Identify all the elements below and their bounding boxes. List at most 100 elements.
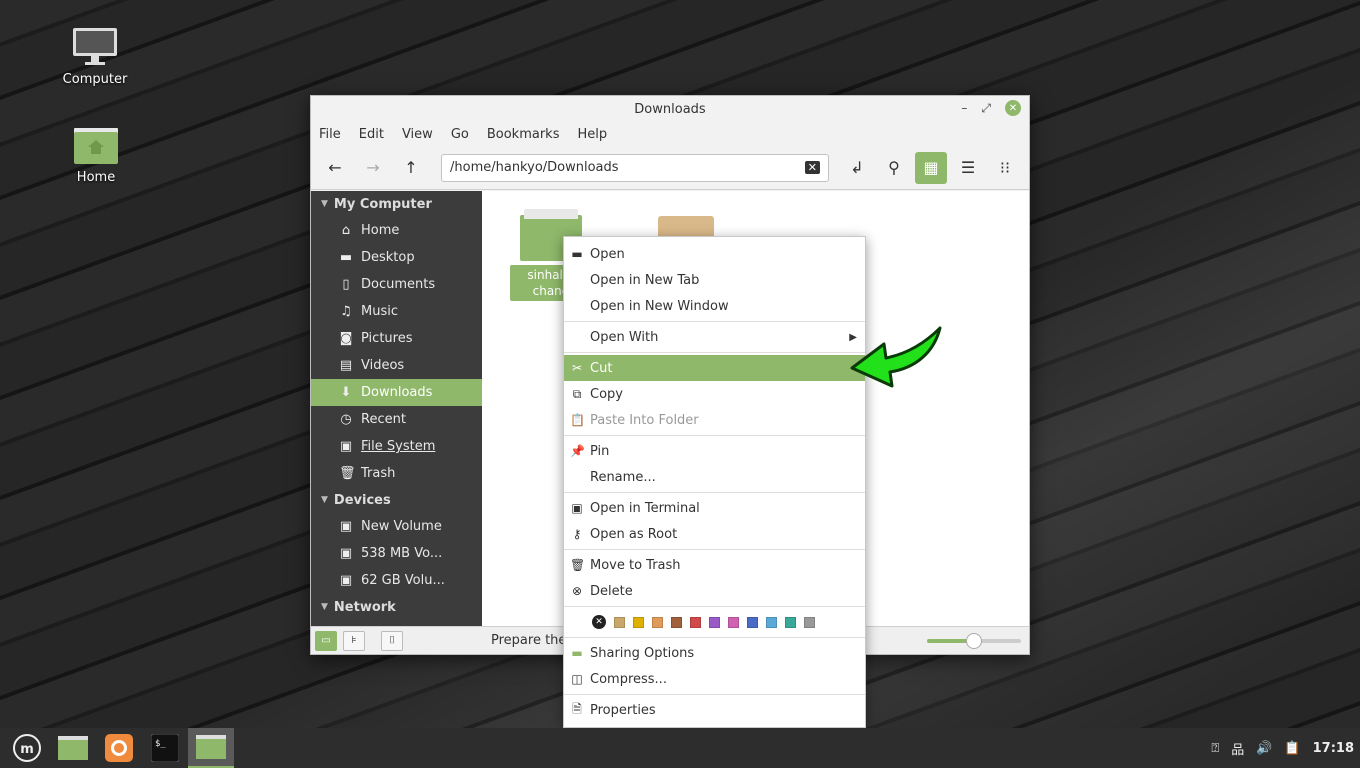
- color-swatch-5[interactable]: [709, 616, 720, 628]
- menu-item-label: Open in New Window: [590, 298, 729, 314]
- hide-sidebar-icon[interactable]: ⌷: [381, 630, 403, 651]
- expand-triangle-icon: ▼: [321, 199, 328, 209]
- sidebar-item-trash[interactable]: 🗑 Trash: [311, 460, 482, 487]
- compact-view-icon[interactable]: ⁝⁝: [989, 152, 1021, 184]
- color-swatch-4[interactable]: [690, 616, 701, 628]
- menu-item-open-with[interactable]: Open With ▶: [564, 324, 865, 350]
- sidebar-item-desktop[interactable]: ▬ Desktop: [311, 244, 482, 271]
- menu-item-copy[interactable]: ⧉ Copy: [564, 381, 865, 407]
- menu-item-open-in-terminal[interactable]: ▣ Open in Terminal: [564, 495, 865, 521]
- search-icon[interactable]: ⚲: [878, 152, 910, 184]
- menu-help[interactable]: Help: [577, 127, 607, 142]
- sidebar-item-videos[interactable]: ▤ Videos: [311, 352, 482, 379]
- menubar: File Edit View Go Bookmarks Help: [311, 122, 1029, 146]
- firefox-icon[interactable]: [96, 728, 142, 768]
- update-icon[interactable]: ⍰: [1211, 741, 1219, 756]
- menu-item-pin[interactable]: 📌 Pin: [564, 438, 865, 464]
- sidebar-item-documents[interactable]: ▯ Documents: [311, 271, 482, 298]
- list-view-icon[interactable]: ☰: [952, 152, 984, 184]
- terminal-icon[interactable]: $_: [142, 728, 188, 768]
- menu-item-open-as-root[interactable]: ⚷ Open as Root: [564, 521, 865, 547]
- menu-item-label: Compress...: [590, 671, 667, 687]
- color-swatch-0[interactable]: [614, 616, 625, 628]
- menu-view[interactable]: View: [402, 127, 433, 142]
- menu-item-open-new-tab[interactable]: Open in New Tab: [564, 267, 865, 293]
- sidebar-item-new-volume[interactable]: ▣ New Volume: [311, 513, 482, 540]
- menu-item-properties[interactable]: 🗎 Properties: [564, 697, 865, 723]
- icon-view-icon[interactable]: ▦: [915, 151, 947, 184]
- color-swatch-6[interactable]: [728, 616, 739, 628]
- color-swatch-8[interactable]: [766, 616, 777, 628]
- menu-go[interactable]: Go: [451, 127, 469, 142]
- camera-icon: ◙: [339, 331, 353, 346]
- drive-icon: ▣: [339, 546, 353, 561]
- toggle-location-icon[interactable]: ↲: [841, 152, 873, 184]
- volume-icon[interactable]: 🔊: [1256, 741, 1272, 756]
- color-swatch-1[interactable]: [633, 616, 644, 628]
- folder-open-icon: ▬: [571, 247, 583, 261]
- clock[interactable]: 17:18: [1313, 741, 1354, 756]
- color-swatch-3[interactable]: [671, 616, 682, 628]
- sidebar-section-network[interactable]: ▼ Network: [311, 594, 482, 620]
- zoom-slider-knob[interactable]: [966, 633, 982, 649]
- location-bar[interactable]: /home/hankyo/Downloads ✕: [441, 153, 829, 182]
- toolbar: ← → ↑ /home/hankyo/Downloads ✕ ↲ ⚲ ▦ ☰ ⁝…: [311, 146, 1029, 190]
- show-treeview-icon[interactable]: ⊧: [343, 630, 365, 651]
- desktop-icon-computer[interactable]: Computer: [50, 26, 140, 87]
- color-swatch-7[interactable]: [747, 616, 758, 628]
- menu-item-open-new-window[interactable]: Open in New Window: [564, 293, 865, 319]
- desktop-icon-label: Home: [76, 170, 116, 185]
- menu-item-sharing-options[interactable]: ▬ Sharing Options: [564, 640, 865, 666]
- titlebar[interactable]: Downloads – ⤢ ✕: [311, 96, 1029, 122]
- color-swatch-10[interactable]: [804, 616, 815, 628]
- up-icon[interactable]: ↑: [395, 152, 427, 184]
- music-icon: ♫: [340, 304, 352, 319]
- menu-edit[interactable]: Edit: [359, 127, 384, 142]
- minimize-icon[interactable]: –: [961, 101, 967, 115]
- files-icon[interactable]: [50, 728, 96, 768]
- key-icon: ⚷: [572, 527, 582, 541]
- clock-icon: ◷: [340, 412, 352, 427]
- color-swatch-2[interactable]: [652, 616, 663, 628]
- desktop-icon-home[interactable]: Home: [51, 126, 141, 185]
- sidebar-item-62gb-volume[interactable]: ▣ 62 GB Volu...: [311, 567, 482, 594]
- sidebar-section-my-computer[interactable]: ▼ My Computer: [311, 191, 482, 217]
- sidebar-item-recent[interactable]: ◷ Recent: [311, 406, 482, 433]
- menu-item-delete[interactable]: ⊗ Delete: [564, 578, 865, 604]
- sidebar-item-home[interactable]: ⌂ Home: [311, 217, 482, 244]
- menu-item-label: Open in Terminal: [590, 500, 700, 516]
- sidebar-section-label: Network: [333, 599, 396, 615]
- forward-icon[interactable]: →: [357, 152, 389, 184]
- zoom-slider[interactable]: [927, 633, 1021, 649]
- network-icon[interactable]: 品: [1231, 739, 1244, 758]
- menu-item-cut[interactable]: ✂ Cut: [564, 355, 865, 381]
- color-swatch-9[interactable]: [785, 616, 796, 628]
- show-places-icon[interactable]: ▭: [315, 630, 337, 651]
- mint-menu-icon[interactable]: m: [4, 728, 50, 768]
- menu-item-compress[interactable]: ◫ Compress...: [564, 666, 865, 692]
- menu-item-paste-into-folder[interactable]: 📋 Paste Into Folder: [564, 407, 865, 433]
- sidebar-item-538mb-volume[interactable]: ▣ 538 MB Vo...: [311, 540, 482, 567]
- back-icon[interactable]: ←: [319, 152, 351, 184]
- menu-file[interactable]: File: [319, 127, 341, 142]
- scissors-icon: ✂: [571, 361, 583, 375]
- sidebar-item-pictures[interactable]: ◙ Pictures: [311, 325, 482, 352]
- menu-item-label: Move to Trash: [590, 557, 681, 573]
- close-icon[interactable]: ✕: [1005, 100, 1021, 116]
- sidebar-section-devices[interactable]: ▼ Devices: [311, 487, 482, 513]
- sidebar-item-downloads[interactable]: ⬇ Downloads: [311, 379, 482, 406]
- clipboard-icon[interactable]: 📋: [1284, 741, 1300, 756]
- menu-item-move-to-trash[interactable]: 🗑 Move to Trash: [564, 552, 865, 578]
- maximize-icon[interactable]: ⤢: [981, 101, 991, 116]
- sidebar-item-file-system[interactable]: ▣ File System: [311, 433, 482, 460]
- sidebar-item-music[interactable]: ♫ Music: [311, 298, 482, 325]
- clear-location-icon[interactable]: ✕: [804, 161, 820, 174]
- menu-separator: [564, 435, 865, 436]
- taskbar: m $_ ⍰ 品 🔊 📋 17:18: [0, 728, 1360, 768]
- menu-bookmarks[interactable]: Bookmarks: [487, 127, 560, 142]
- files-active-icon[interactable]: [188, 728, 234, 768]
- menu-item-rename[interactable]: Rename...: [564, 464, 865, 490]
- menu-separator: [564, 606, 865, 607]
- remove-color-icon[interactable]: ✕: [592, 615, 606, 629]
- menu-item-open[interactable]: ▬ Open: [564, 241, 865, 267]
